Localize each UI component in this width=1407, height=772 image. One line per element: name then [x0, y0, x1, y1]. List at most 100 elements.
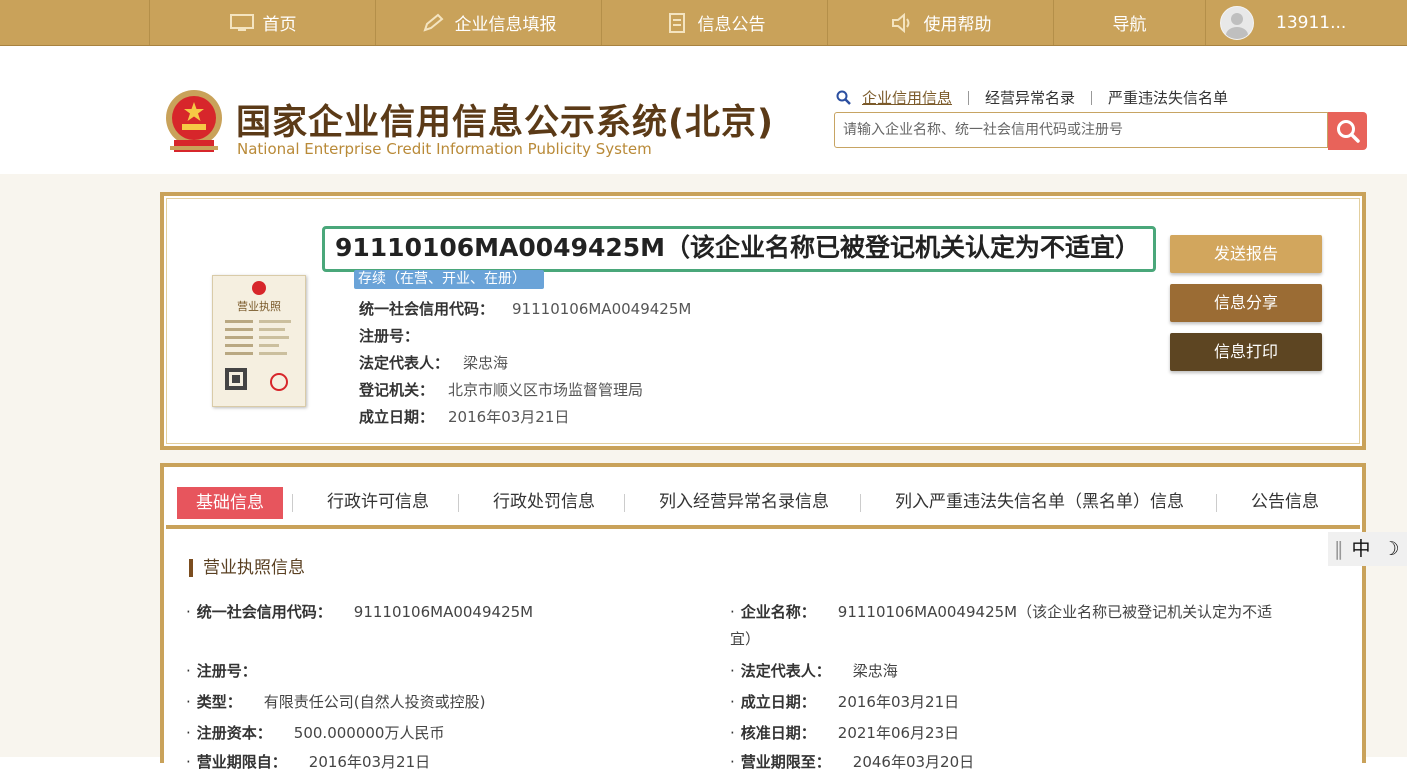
- nav-item-enterprise-report[interactable]: 企业信息填报: [376, 0, 602, 45]
- send-report-button[interactable]: 发送报告: [1170, 235, 1322, 273]
- field-value: 2021年06月23日: [837, 724, 960, 742]
- nav-label: 使用帮助: [923, 15, 992, 35]
- tab-divider: [860, 494, 861, 512]
- field-label: 成立日期：: [740, 693, 816, 711]
- tab-blacklist[interactable]: 列入严重违法失信名单（黑名单）信息: [895, 487, 1184, 512]
- field-value: 有限责任公司(自然人投资或控股): [263, 693, 486, 711]
- field-company-name: · 企业名称： 91110106MA0049425M（该企业名称已被登记机关认定为不…: [730, 603, 1273, 621]
- field-label: 营业期限自：: [196, 753, 287, 771]
- search-tab-credit-info[interactable]: 企业信用信息: [862, 91, 970, 106]
- site-header: 国家企业信用信息公示系统(北京) National Enterprise Cre…: [0, 46, 1407, 174]
- status-badge: 存续（在营、开业、在册）: [354, 270, 544, 289]
- ime-handle: ‖: [1334, 538, 1344, 560]
- info-row-reg-number: 注册号：: [359, 325, 433, 346]
- info-label: 注册号：: [359, 327, 420, 345]
- nav-item-home[interactable]: 首页: [150, 0, 376, 45]
- search-input[interactable]: 请输入企业名称、统一社会信用代码或注册号: [834, 112, 1328, 148]
- info-row-legal-rep: 法定代表人： 梁忠海: [359, 352, 508, 373]
- search-tabs: 企业信用信息 经营异常名录 严重违法失信名单: [836, 90, 1244, 106]
- info-label: 登记机关：: [359, 381, 435, 399]
- user-menu[interactable]: 13911...: [1206, 0, 1407, 45]
- field-value: 2016年03月21日: [837, 693, 960, 711]
- field-registered-capital: · 注册资本： 500.000000万人民币: [186, 724, 445, 742]
- info-label: 成立日期：: [359, 408, 435, 426]
- info-row-established: 成立日期： 2016年03月21日: [359, 406, 569, 427]
- field-label: 类型：: [196, 693, 242, 711]
- info-tabs: 基础信息 行政许可信息 行政处罚信息 列入经营异常名录信息 列入严重违法失信名单…: [166, 469, 1360, 529]
- info-label: 统一社会信用代码：: [359, 300, 495, 318]
- field-credit-code: · 统一社会信用代码： 91110106MA0049425M: [186, 603, 534, 621]
- section-title: 营业执照信息: [189, 559, 305, 577]
- field-type: · 类型： 有限责任公司(自然人投资或控股): [186, 693, 486, 711]
- moon-icon: ☽: [1382, 538, 1400, 560]
- tab-announcements[interactable]: 公告信息: [1251, 487, 1319, 512]
- info-value: 北京市顺义区市场监督管理局: [448, 381, 644, 399]
- license-thumbnail: 营业执照: [225, 281, 291, 391]
- site-title: 国家企业信用信息公示系统(北京): [236, 103, 774, 143]
- license-title: 营业执照: [237, 299, 281, 313]
- field-label: 统一社会信用代码：: [196, 603, 332, 621]
- field-label: 核准日期：: [740, 724, 816, 742]
- business-license-image[interactable]: 营业执照: [212, 275, 306, 407]
- print-info-button[interactable]: 信息打印: [1170, 333, 1322, 371]
- tab-abnormal-operation[interactable]: 列入经营异常名录信息: [659, 487, 829, 512]
- national-emblem-icon: [166, 90, 222, 152]
- top-nav: 首页 企业信息填报 信息公告 使用帮助 导航 13911...: [0, 0, 1407, 46]
- info-value: 91110106MA0049425M: [512, 300, 692, 318]
- info-value: 2016年03月21日: [448, 408, 570, 426]
- nav-label: 导航: [1112, 15, 1147, 35]
- field-approval-date: · 核准日期： 2021年06月23日: [730, 724, 960, 742]
- field-reg-number: · 注册号：: [186, 662, 257, 680]
- company-card: 营业执照 91110106MA0049425M（该企业名称已被登记机关认定为不适…: [160, 192, 1366, 450]
- company-name-banner: 91110106MA0049425M（该企业名称已被登记机关认定为不适宜）: [322, 226, 1156, 272]
- tab-basic-info[interactable]: 基础信息: [177, 487, 283, 519]
- field-label: 法定代表人：: [740, 662, 831, 680]
- info-row-credit-code: 统一社会信用代码： 91110106MA0049425M: [359, 298, 691, 319]
- field-legal-rep: · 法定代表人： 梁忠海: [730, 662, 898, 680]
- tab-divider: [624, 494, 625, 512]
- ime-indicator[interactable]: ‖ 中 ☽: [1328, 532, 1407, 566]
- field-label: 注册号：: [196, 662, 257, 680]
- field-value: 2046年03月20日: [852, 753, 975, 771]
- edit-icon: [422, 13, 443, 32]
- field-value: 91110106MA0049425M（该企业名称已被登记机关认定为不适: [837, 603, 1273, 621]
- field-value: 宜）: [730, 630, 761, 648]
- search-button[interactable]: [1328, 112, 1367, 150]
- nav-label: 信息公告: [697, 15, 766, 35]
- details-panel: 基础信息 行政许可信息 行政处罚信息 列入经营异常名录信息 列入严重违法失信名单…: [160, 463, 1366, 771]
- ime-language: 中: [1351, 538, 1371, 560]
- field-term-to: · 营业期限至： 2046年03月20日: [730, 753, 975, 771]
- field-established: · 成立日期： 2016年03月21日: [730, 693, 960, 711]
- search-icon: [1336, 120, 1360, 143]
- share-info-button[interactable]: 信息分享: [1170, 284, 1322, 322]
- tab-admin-license[interactable]: 行政许可信息: [327, 487, 429, 512]
- nav-home: [0, 0, 150, 45]
- info-row-authority: 登记机关： 北京市顺义区市场监督管理局: [359, 379, 643, 400]
- info-label: 法定代表人：: [359, 354, 450, 372]
- field-value: 2016年03月21日: [308, 753, 431, 771]
- user-name: 13911...: [1276, 12, 1347, 33]
- avatar: [1220, 5, 1254, 40]
- field-term-from: · 营业期限自： 2016年03月21日: [186, 753, 431, 771]
- search-tab-blacklist[interactable]: 严重违法失信名单: [1092, 91, 1244, 106]
- tab-divider: [458, 494, 459, 512]
- monitor-icon: [229, 13, 254, 31]
- field-label: 企业名称：: [740, 603, 816, 621]
- field-label: 营业期限至：: [740, 753, 831, 771]
- nav-item-help[interactable]: 使用帮助: [828, 0, 1054, 45]
- search-icon: [836, 90, 851, 105]
- search-tab-abnormal-list[interactable]: 经营异常名录: [969, 91, 1093, 106]
- tab-divider: [1216, 494, 1217, 512]
- nav-item-announcements[interactable]: 信息公告: [602, 0, 828, 45]
- field-value: 91110106MA0049425M: [353, 603, 534, 621]
- field-value: 500.000000万人民币: [293, 724, 445, 742]
- document-icon: [668, 12, 685, 33]
- nav-item-navigation[interactable]: 导航: [1054, 0, 1206, 45]
- field-company-name-cont: 宜）: [730, 628, 760, 649]
- nav-label: 首页: [262, 15, 297, 35]
- tab-admin-penalty[interactable]: 行政处罚信息: [493, 487, 595, 512]
- field-value: 梁忠海: [852, 662, 898, 680]
- speaker-icon: [891, 12, 909, 33]
- site-subtitle: National Enterprise Credit Information P…: [237, 140, 652, 158]
- nav-label: 企业信息填报: [454, 15, 557, 35]
